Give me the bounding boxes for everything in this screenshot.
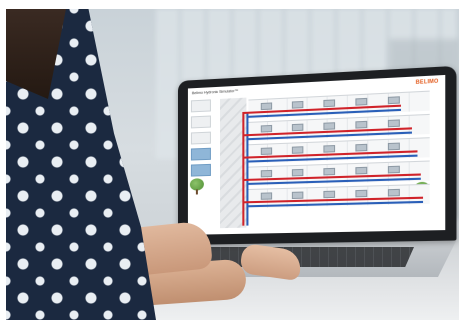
- terminal-unit[interactable]: [323, 122, 336, 130]
- tree-trunk: [195, 189, 198, 195]
- terminal-unit[interactable]: [291, 168, 304, 177]
- terminal-unit[interactable]: [260, 169, 273, 178]
- terminal-unit[interactable]: [291, 146, 304, 154]
- terminal-unit[interactable]: [260, 102, 273, 111]
- building-diagram: [220, 88, 432, 229]
- terminal-unit[interactable]: [323, 99, 336, 108]
- sidebar-panel[interactable]: [190, 131, 211, 145]
- terminal-unit[interactable]: [355, 97, 368, 106]
- terminal-unit[interactable]: [387, 142, 400, 151]
- laptop-lid: Belimo Hydronic Simulator™ BELIMO: [178, 65, 457, 245]
- terminal-unit[interactable]: [387, 96, 400, 105]
- terminal-unit[interactable]: [260, 192, 273, 200]
- sidebar-panel[interactable]: [190, 99, 211, 113]
- supply-riser: [242, 111, 245, 226]
- terminal-unit[interactable]: [323, 190, 336, 199]
- photo: Belimo Hydronic Simulator™ BELIMO: [6, 9, 459, 320]
- terminal-unit[interactable]: [387, 188, 400, 197]
- sidebar-panel[interactable]: [190, 115, 211, 129]
- return-riser: [246, 113, 249, 226]
- terminal-unit[interactable]: [291, 191, 304, 200]
- terminal-unit[interactable]: [323, 167, 336, 176]
- terminal-unit[interactable]: [355, 143, 368, 152]
- terminal-unit[interactable]: [323, 145, 336, 153]
- terminal-unit[interactable]: [355, 189, 368, 198]
- app-title: Belimo Hydronic Simulator™: [191, 88, 239, 96]
- terminal-unit[interactable]: [387, 165, 400, 174]
- laptop-screen: Belimo Hydronic Simulator™ BELIMO: [187, 74, 446, 235]
- terminal-unit[interactable]: [291, 100, 304, 109]
- terminal-unit[interactable]: [260, 147, 273, 155]
- sidebar-button[interactable]: [190, 163, 211, 177]
- terminal-unit[interactable]: [260, 124, 273, 133]
- belimo-logo: BELIMO: [415, 78, 439, 87]
- terminal-unit[interactable]: [355, 166, 368, 175]
- terminal-unit[interactable]: [291, 123, 304, 132]
- sidebar-button[interactable]: [190, 147, 211, 161]
- terminal-unit[interactable]: [355, 120, 368, 129]
- simulator-sidebar: [190, 99, 211, 210]
- terminal-unit[interactable]: [387, 119, 400, 128]
